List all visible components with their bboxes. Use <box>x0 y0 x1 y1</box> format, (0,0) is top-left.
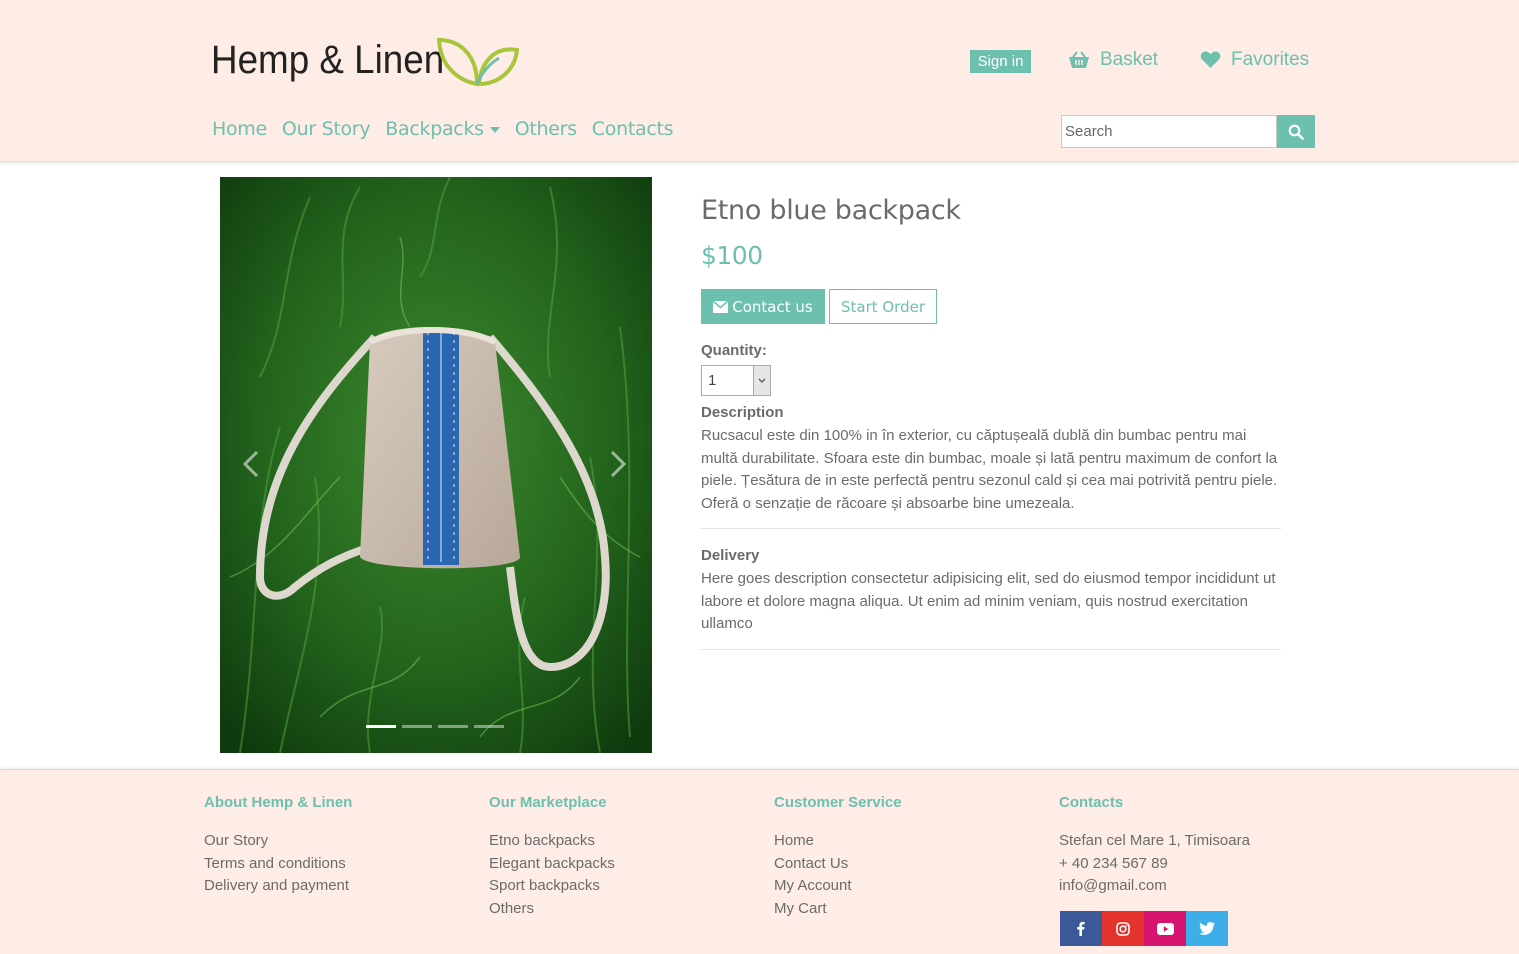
nav-our-story[interactable]: Our Story <box>282 118 371 140</box>
nav-backpacks-dropdown[interactable]: Backpacks <box>385 118 500 140</box>
basket-link[interactable]: Basket <box>1068 49 1158 71</box>
search-form <box>1061 115 1315 148</box>
leaves-icon <box>437 37 519 87</box>
footer-link-others[interactable]: Others <box>489 898 615 921</box>
start-order-button[interactable]: Start Order <box>829 289 937 324</box>
delivery-heading: Delivery <box>701 547 760 564</box>
logo[interactable]: Hemp & Linen <box>211 37 519 87</box>
footer-contacts-title: Contacts <box>1059 794 1124 811</box>
carousel-indicator[interactable] <box>438 725 468 728</box>
twitter-link[interactable] <box>1186 911 1228 946</box>
footer-contacts-column: Contacts Stefan cel Mare 1, Timisoara + … <box>1059 794 1250 898</box>
site-header: Hemp & Linen Sign in Basket Favorites Ho… <box>0 0 1519 162</box>
footer-link-our-story[interactable]: Our Story <box>204 830 352 853</box>
quantity-value: 1 <box>708 372 717 389</box>
basket-icon <box>1069 51 1089 68</box>
nav-contacts[interactable]: Contacts <box>592 118 674 140</box>
product-image-carousel[interactable] <box>220 177 652 753</box>
footer-link-my-account[interactable]: My Account <box>774 875 902 898</box>
carousel-next-icon[interactable] <box>610 450 626 478</box>
logo-text: Hemp & Linen <box>211 38 445 82</box>
social-links <box>1060 911 1228 946</box>
search-button[interactable] <box>1277 115 1315 148</box>
footer-link-sport-backpacks[interactable]: Sport backpacks <box>489 875 615 898</box>
instagram-icon <box>1116 921 1130 936</box>
footer-about-title: About Hemp & Linen <box>204 794 353 811</box>
carousel-indicators <box>366 725 510 728</box>
contact-us-button[interactable]: Contact us <box>701 289 825 324</box>
footer-phone: + 40 234 567 89 <box>1059 854 1168 872</box>
favorites-link[interactable]: Favorites <box>1200 49 1309 71</box>
nav-others[interactable]: Others <box>515 118 577 140</box>
footer-link-elegant-backpacks[interactable]: Elegant backpacks <box>489 853 615 876</box>
description-heading: Description <box>701 404 784 421</box>
product-price: $100 <box>701 241 763 270</box>
instagram-link[interactable] <box>1102 911 1144 946</box>
carousel-indicator[interactable] <box>366 725 396 728</box>
footer-about-column: About Hemp & Linen Our Story Terms and c… <box>204 794 352 898</box>
description-text: Rucsacul este din 100% in în exterior, c… <box>701 427 1278 512</box>
footer-link-terms[interactable]: Terms and conditions <box>204 853 352 876</box>
sign-in-button[interactable]: Sign in <box>970 50 1031 73</box>
product-title: Etno blue backpack <box>701 195 961 226</box>
footer-link-home[interactable]: Home <box>774 830 902 853</box>
carousel-indicator[interactable] <box>474 725 504 728</box>
search-icon <box>1288 124 1304 140</box>
basket-label: Basket <box>1100 49 1159 70</box>
footer-link-delivery[interactable]: Delivery and payment <box>204 875 352 898</box>
divider <box>701 649 1281 650</box>
facebook-icon <box>1077 921 1085 936</box>
heart-icon <box>1200 51 1221 68</box>
nav-home[interactable]: Home <box>212 118 267 140</box>
twitter-icon <box>1199 922 1215 935</box>
quantity-select[interactable]: 1 <box>701 365 771 396</box>
envelope-icon <box>713 300 729 313</box>
nav-backpacks-label: Backpacks <box>385 118 484 140</box>
delivery-text: Here goes description consectetur adipis… <box>701 570 1276 632</box>
footer-address: Stefan cel Mare 1, Timisoara <box>1059 832 1250 849</box>
facebook-link[interactable] <box>1060 911 1102 946</box>
youtube-link[interactable] <box>1144 911 1186 946</box>
carousel-prev-icon[interactable] <box>243 450 259 478</box>
main-nav: Home Our Story Backpacks Others Contacts <box>212 118 688 140</box>
youtube-icon <box>1156 922 1174 935</box>
footer-link-etno-backpacks[interactable]: Etno backpacks <box>489 830 615 853</box>
chevron-down-icon <box>753 366 770 395</box>
quantity-label: Quantity: <box>701 342 767 359</box>
footer-link-my-cart[interactable]: My Cart <box>774 898 902 921</box>
caret-down-icon <box>489 126 500 133</box>
footer-link-contact-us[interactable]: Contact Us <box>774 853 902 876</box>
footer-service-title: Customer Service <box>774 794 902 811</box>
footer-marketplace-title: Our Marketplace <box>489 794 607 811</box>
product-photo <box>220 177 652 753</box>
footer-marketplace-column: Our Marketplace Etno backpacks Elegant b… <box>489 794 615 920</box>
footer-email[interactable]: info@gmail.com <box>1059 875 1250 898</box>
contact-us-label: Contact us <box>732 297 813 316</box>
site-footer: About Hemp & Linen Our Story Terms and c… <box>0 769 1519 954</box>
footer-service-column: Customer Service Home Contact Us My Acco… <box>774 794 902 920</box>
search-input[interactable] <box>1061 115 1277 148</box>
favorites-label: Favorites <box>1231 49 1310 70</box>
carousel-indicator[interactable] <box>402 725 432 728</box>
divider <box>701 528 1281 529</box>
